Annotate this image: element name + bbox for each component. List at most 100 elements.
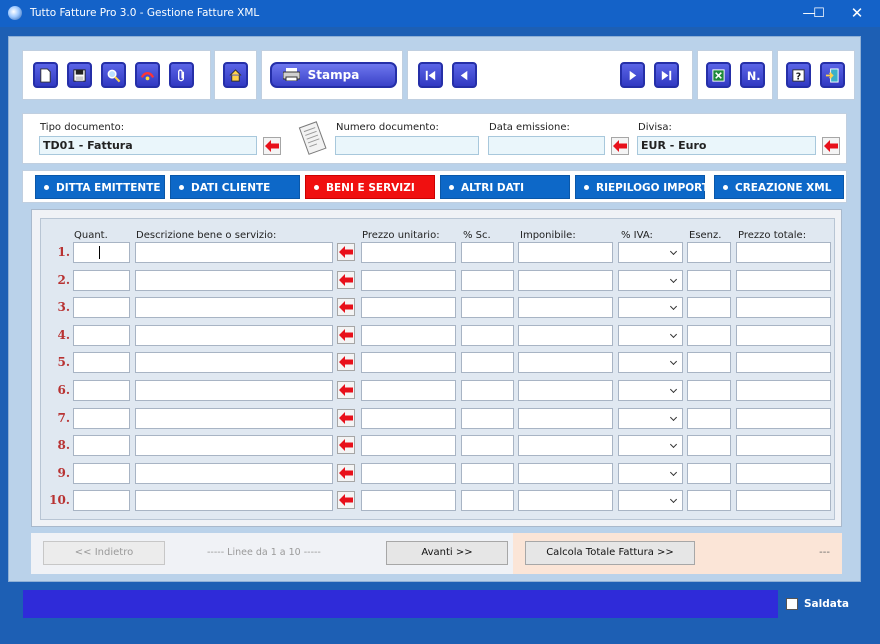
prezzo-unitario-input[interactable]: [361, 297, 456, 319]
prezzo-totale-input[interactable]: [736, 380, 831, 401]
saldata-checkbox-control[interactable]: Saldata: [786, 598, 849, 610]
tab-beni-servizi[interactable]: BENI E SERVIZI: [305, 175, 435, 199]
data-emissione-select-button[interactable]: [611, 137, 629, 155]
esenz-input[interactable]: [687, 462, 731, 484]
sconto-input[interactable]: [461, 242, 514, 263]
imponibile-input[interactable]: [518, 407, 613, 429]
prezzo-totale-input[interactable]: [736, 297, 831, 319]
imponibile-input[interactable]: [518, 490, 613, 512]
prezzo-unitario-input[interactable]: [361, 435, 456, 457]
sconto-input[interactable]: [461, 352, 514, 374]
avanti-button[interactable]: Avanti >>: [386, 541, 508, 565]
sconto-input[interactable]: [461, 297, 514, 319]
next-record-button[interactable]: [620, 62, 645, 88]
sconto-input[interactable]: [461, 269, 514, 291]
descrizione-select-button[interactable]: [337, 408, 355, 427]
descrizione-select-button[interactable]: [337, 270, 355, 289]
prezzo-totale-input[interactable]: [736, 462, 831, 484]
iva-select[interactable]: [618, 352, 683, 374]
descrizione-select-button[interactable]: [337, 436, 355, 455]
divisa-field[interactable]: EUR - Euro: [637, 136, 816, 155]
save-button[interactable]: [67, 62, 92, 88]
tab-creazione-xml[interactable]: CREAZIONE XML: [714, 175, 844, 199]
esenz-input[interactable]: [687, 242, 731, 263]
sconto-input[interactable]: [461, 490, 514, 512]
quant-input[interactable]: [73, 352, 130, 374]
quant-input[interactable]: [73, 269, 130, 291]
last-record-button[interactable]: [654, 62, 679, 88]
tools-button[interactable]: [135, 62, 160, 88]
sconto-input[interactable]: [461, 324, 514, 346]
close-button[interactable]: ✕: [834, 0, 880, 27]
iva-select[interactable]: [618, 490, 683, 512]
tipo-documento-field[interactable]: TD01 - Fattura: [39, 136, 257, 155]
prezzo-unitario-input[interactable]: [361, 490, 456, 512]
descrizione-input[interactable]: [135, 352, 333, 374]
imponibile-input[interactable]: [518, 269, 613, 291]
saldata-checkbox[interactable]: [786, 598, 798, 610]
quant-input[interactable]: [73, 324, 130, 346]
help-button[interactable]: ?: [786, 62, 811, 88]
iva-select[interactable]: [618, 462, 683, 484]
descrizione-input[interactable]: [135, 297, 333, 319]
esenz-input[interactable]: [687, 297, 731, 319]
imponibile-input[interactable]: [518, 380, 613, 401]
prezzo-totale-input[interactable]: [736, 242, 831, 263]
imponibile-input[interactable]: [518, 462, 613, 484]
imponibile-input[interactable]: [518, 242, 613, 263]
descrizione-input[interactable]: [135, 407, 333, 429]
excel-export-button[interactable]: [706, 62, 731, 88]
tab-ditta-emittente[interactable]: DITTA EMITTENTE: [35, 175, 165, 199]
tab-riepilogo-importi[interactable]: RIEPILOGO IMPORTI: [575, 175, 713, 199]
tipo-documento-select-button[interactable]: [263, 137, 281, 155]
descrizione-select-button[interactable]: [337, 381, 355, 399]
imponibile-input[interactable]: [518, 324, 613, 346]
sconto-input[interactable]: [461, 462, 514, 484]
descrizione-select-button[interactable]: [337, 325, 355, 344]
esenz-input[interactable]: [687, 352, 731, 374]
sconto-input[interactable]: [461, 380, 514, 401]
quant-input[interactable]: [73, 490, 130, 512]
tab-dati-cliente[interactable]: DATI CLIENTE: [170, 175, 300, 199]
descrizione-input[interactable]: [135, 490, 333, 512]
prezzo-totale-input[interactable]: [736, 352, 831, 374]
home-button[interactable]: [223, 62, 248, 88]
quant-input[interactable]: [73, 462, 130, 484]
numero-documento-field[interactable]: [335, 136, 479, 155]
sconto-input[interactable]: [461, 435, 514, 457]
prezzo-unitario-input[interactable]: [361, 269, 456, 291]
iva-select[interactable]: [618, 242, 683, 263]
calcola-totale-button[interactable]: Calcola Totale Fattura >>: [525, 541, 695, 565]
numbering-button[interactable]: N.: [740, 62, 765, 88]
prezzo-unitario-input[interactable]: [361, 324, 456, 346]
previous-record-button[interactable]: [452, 62, 477, 88]
tab-altri-dati[interactable]: ALTRI DATI: [440, 175, 570, 199]
quant-input[interactable]: [73, 380, 130, 401]
indietro-button[interactable]: << Indietro: [43, 541, 165, 565]
prezzo-totale-input[interactable]: [736, 269, 831, 291]
descrizione-select-button[interactable]: [337, 463, 355, 482]
iva-select[interactable]: [618, 297, 683, 319]
esenz-input[interactable]: [687, 269, 731, 291]
esenz-input[interactable]: [687, 435, 731, 457]
exit-button[interactable]: [820, 62, 845, 88]
prezzo-unitario-input[interactable]: [361, 407, 456, 429]
iva-select[interactable]: [618, 380, 683, 401]
new-document-button[interactable]: [33, 62, 58, 88]
quant-input[interactable]: [73, 297, 130, 319]
esenz-input[interactable]: [687, 490, 731, 512]
quant-input[interactable]: [73, 242, 130, 263]
esenz-input[interactable]: [687, 380, 731, 401]
prezzo-totale-input[interactable]: [736, 435, 831, 457]
search-button[interactable]: [101, 62, 126, 88]
data-emissione-field[interactable]: [488, 136, 605, 155]
sconto-input[interactable]: [461, 407, 514, 429]
descrizione-input[interactable]: [135, 269, 333, 291]
iva-select[interactable]: [618, 407, 683, 429]
imponibile-input[interactable]: [518, 352, 613, 374]
descrizione-select-button[interactable]: [337, 353, 355, 372]
divisa-select-button[interactable]: [822, 137, 840, 155]
first-record-button[interactable]: [418, 62, 443, 88]
prezzo-unitario-input[interactable]: [361, 242, 456, 263]
prezzo-totale-input[interactable]: [736, 324, 831, 346]
